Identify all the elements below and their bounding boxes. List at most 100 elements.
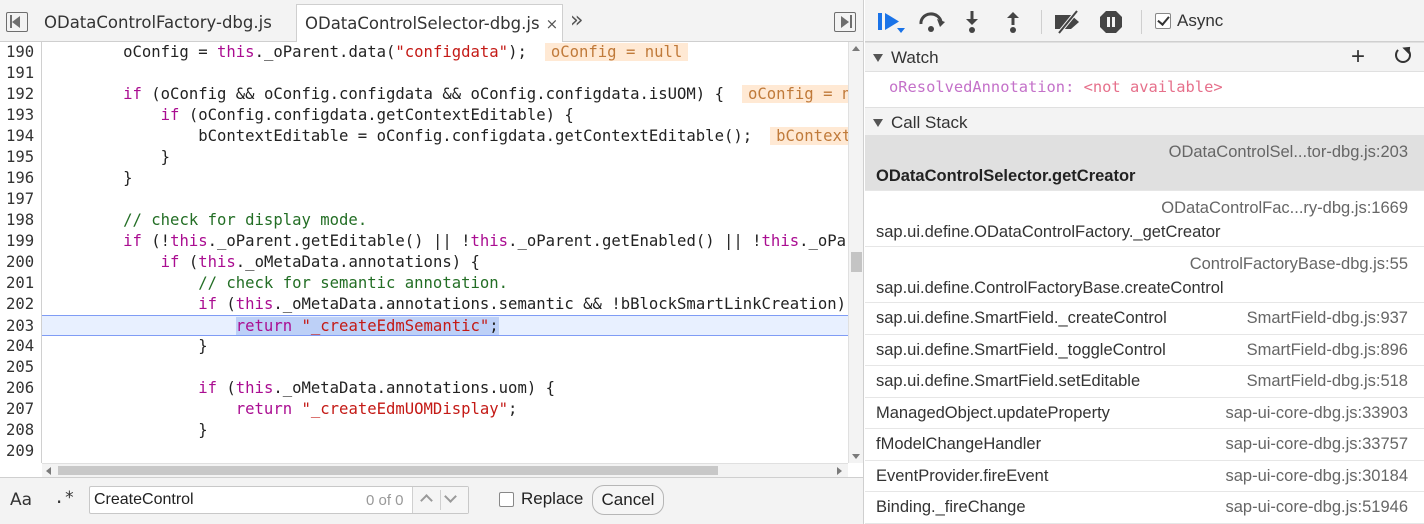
line-number[interactable]: 198 [6,210,38,231]
regex-button[interactable]: .* [54,488,74,508]
call-frame-location[interactable]: SmartField-dbg.js:937 [1247,309,1408,328]
call-frame-location[interactable]: sap-ui-core-dbg.js:51946 [1225,498,1408,517]
call-frame-location[interactable]: ControlFactoryBase-dbg.js:55 [1190,255,1408,274]
search-input[interactable] [94,490,354,510]
code-line[interactable]: 202 if (this._oMetaData.annotations.sema… [0,294,848,315]
code-line[interactable]: 196 } [0,168,848,189]
code-line[interactable]: 191 [0,63,848,84]
call-frame[interactable]: sap.ui.define.SmartField._createControl S… [865,303,1424,335]
code-text: oConfig = this._oParent.data("configdata… [48,42,689,63]
line-number[interactable]: 203 [6,316,38,337]
scroll-down-icon[interactable] [852,454,860,459]
toggle-navigator-icon[interactable] [6,12,28,32]
code-line[interactable]: 207 return "_createEdmUOMDisplay"; [0,399,848,420]
code-line[interactable]: 190 oConfig = this._oParent.data("config… [0,42,848,63]
call-frame[interactable]: EventProvider.fireEvent sap-ui-core-dbg.j… [865,461,1424,492]
call-frame[interactable]: sap.ui.define.SmartField._toggleControl S… [865,335,1424,366]
code-line[interactable]: 206 if (this._oMetaData.annotations.uom)… [0,378,848,399]
scroll-thumb[interactable] [851,252,862,272]
match-case-button[interactable]: Aa [10,490,32,510]
line-number[interactable]: 208 [6,420,38,441]
scroll-thumb[interactable] [58,466,718,475]
line-number[interactable]: 202 [6,294,38,315]
refresh-watch-icon[interactable] [1395,47,1411,63]
code-line[interactable]: 209 [0,441,848,462]
step-into-icon[interactable] [962,10,982,34]
call-frame-location[interactable]: sap-ui-core-dbg.js:33903 [1225,404,1408,423]
code-line[interactable]: 198 // check for display mode. [0,210,848,231]
deactivate-breakpoints-icon[interactable] [1053,10,1083,34]
code-line[interactable]: 199 if (!this._oParent.getEditable() || … [0,231,848,252]
line-number[interactable]: 207 [6,399,38,420]
more-tabs-icon[interactable]: » [570,6,583,36]
code-line[interactable]: 208 } [0,420,848,441]
call-frame[interactable]: ODataControlSelector.getCreator ODataCont… [865,135,1424,191]
line-number[interactable]: 197 [6,189,38,210]
call-frame-location[interactable]: ODataControlFac...ry-dbg.js:1669 [1161,199,1408,218]
line-number[interactable]: 205 [6,357,38,378]
add-watch-button[interactable]: + [1351,45,1365,69]
line-number[interactable]: 199 [6,231,38,252]
code-line[interactable]: 193 if (oConfig.configdata.getContextEdi… [0,105,848,126]
line-number[interactable]: 195 [6,147,38,168]
call-frame[interactable]: Binding._fireChange sap-ui-core-dbg.js:51… [865,492,1424,524]
call-frame[interactable]: sap.ui.define.ControlFactoryBase.createC… [865,247,1424,303]
line-number[interactable]: 190 [6,42,38,63]
next-match-icon[interactable] [444,490,457,503]
line-number[interactable]: 191 [6,63,38,84]
call-frame-location[interactable]: SmartField-dbg.js:896 [1247,341,1408,360]
line-number[interactable]: 210 [6,462,38,463]
code-line[interactable]: 203 return "_createEdmSemantic"; [6,315,848,336]
code-line[interactable]: 205 [0,357,848,378]
scroll-up-icon[interactable] [852,46,860,51]
horizontal-scrollbar[interactable] [42,463,848,477]
line-number[interactable]: 192 [6,84,38,105]
line-number[interactable]: 201 [6,273,38,294]
code-text: } [48,421,208,439]
call-frame-location[interactable]: sap-ui-core-dbg.js:30184 [1225,467,1408,486]
line-number[interactable]: 204 [6,336,38,357]
async-checkbox[interactable] [1155,13,1171,29]
code-line[interactable]: 197 [0,189,848,210]
code-line[interactable]: 201 // check for semantic annotation. [0,273,848,294]
call-frame-location[interactable]: sap-ui-core-dbg.js:33757 [1225,435,1408,454]
call-frame[interactable]: ManagedObject.updateProperty sap-ui-core-… [865,398,1424,429]
call-stack-list: ODataControlSelector.getCreator ODataCont… [865,135,1424,524]
line-number[interactable]: 200 [6,252,38,273]
scroll-right-icon[interactable] [837,467,842,475]
code-line[interactable]: 195 } [0,147,848,168]
call-frame[interactable]: fModelChangeHandler sap-ui-core-dbg.js:33… [865,429,1424,461]
cancel-button[interactable]: Cancel [592,485,664,515]
call-stack-section-header[interactable]: Call Stack [865,108,1424,138]
line-number[interactable]: 196 [6,168,38,189]
watch-section-header[interactable]: Watch + [865,42,1424,72]
line-number[interactable]: 206 [6,378,38,399]
toggle-debugger-icon[interactable] [834,12,856,32]
replace-checkbox[interactable] [499,492,514,507]
scroll-left-icon[interactable] [46,467,51,475]
line-number[interactable]: 193 [6,105,38,126]
step-out-icon[interactable] [1003,10,1023,34]
line-number[interactable]: 209 [6,441,38,462]
vertical-scrollbar[interactable] [848,42,863,463]
resume-icon[interactable] [877,10,907,34]
watch-expression[interactable]: oResolvedAnnotation: <not available> [865,72,1424,108]
code-line[interactable]: 204 } [0,336,848,357]
code-line[interactable]: 192 if (oConfig && oConfig.configdata &&… [0,84,848,105]
pause-on-exceptions-icon[interactable] [1099,10,1123,34]
step-over-icon[interactable] [917,10,947,34]
call-frame[interactable]: sap.ui.define.SmartField.setEditable Smar… [865,366,1424,398]
previous-match-icon[interactable] [420,494,433,507]
code-line[interactable]: 194 bContextEditable = oConfig.configdat… [0,126,848,147]
line-number[interactable]: 194 [6,126,38,147]
close-tab-icon[interactable]: × [546,15,559,33]
tab-odata-control-factory[interactable]: ODataControlFactory-dbg.js [44,4,272,42]
code-editor[interactable]: 190 oConfig = this._oParent.data("config… [0,42,848,463]
call-frame-location[interactable]: SmartField-dbg.js:518 [1247,372,1408,391]
call-frame-location[interactable]: ODataControlSel...tor-dbg.js:203 [1169,143,1408,162]
toolbar-separator [1141,10,1142,34]
call-frame-name: sap.ui.define.SmartField._createControl [876,309,1167,327]
call-frame[interactable]: sap.ui.define.ODataControlFactory._getCr… [865,191,1424,247]
code-line[interactable]: 200 if (this._oMetaData.annotations) { [0,252,848,273]
tab-odata-control-selector[interactable]: ODataControlSelector-dbg.js × [296,4,563,42]
